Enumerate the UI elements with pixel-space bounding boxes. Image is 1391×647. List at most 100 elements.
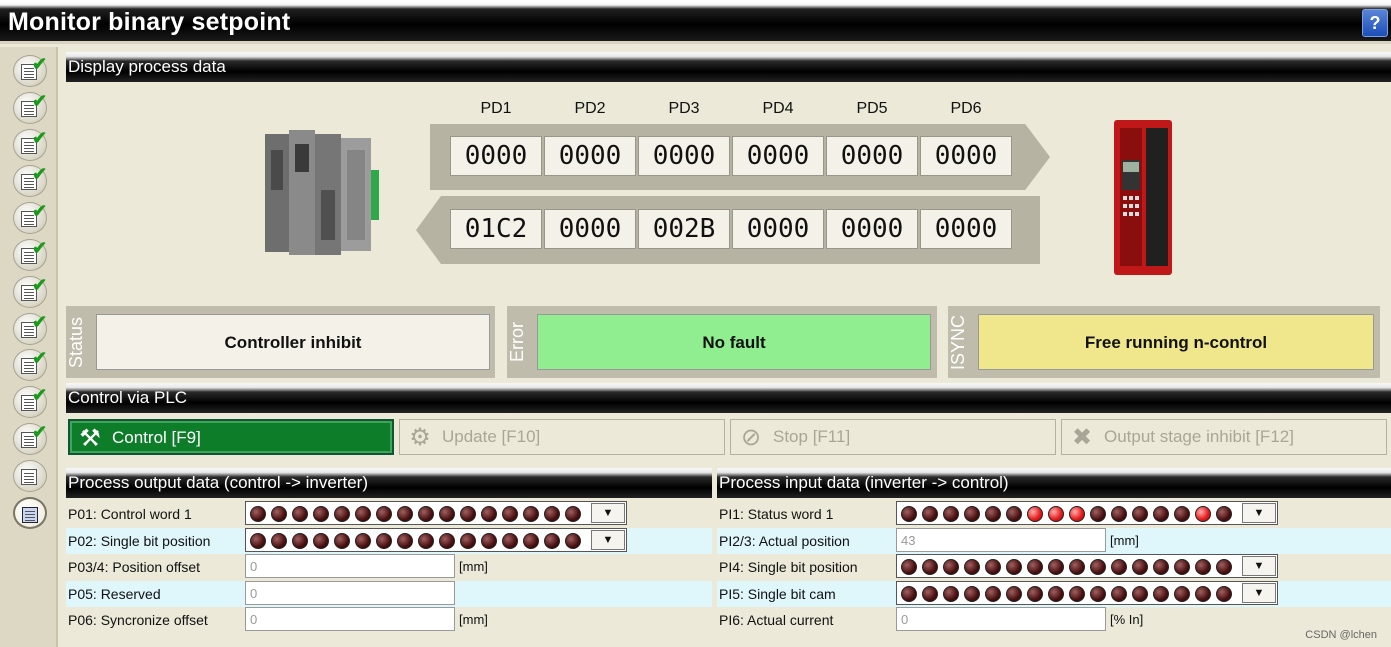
bit-led bbox=[1048, 559, 1064, 575]
bit-led bbox=[376, 506, 392, 522]
table-row: PI6: Actual current 0 [% In] bbox=[717, 607, 1391, 633]
error-label: Error bbox=[507, 322, 527, 362]
value-field[interactable]: 43 bbox=[896, 527, 1106, 552]
bit-led bbox=[1048, 585, 1064, 602]
status-panel: Status Controller inhibit bbox=[66, 306, 495, 378]
sidebar-page-button[interactable]: ✔ bbox=[13, 385, 47, 419]
bit-led bbox=[565, 506, 581, 522]
sidebar-page-button[interactable]: ✔ bbox=[13, 348, 48, 382]
output-stage-inhibit-button[interactable]: ✖ Output stage inhibit [F12] bbox=[1061, 419, 1387, 455]
value-field[interactable]: 0 bbox=[245, 607, 455, 631]
pd-input-cell: 002B bbox=[638, 209, 730, 249]
pd-output-cell: 0000 bbox=[544, 136, 636, 176]
bit-led bbox=[460, 532, 476, 549]
bit-led bbox=[901, 506, 917, 522]
sidebar-page-button[interactable] bbox=[13, 496, 47, 529]
plc-image bbox=[265, 130, 379, 255]
bit-led bbox=[1174, 506, 1190, 522]
bit-led bbox=[334, 532, 350, 549]
control-button[interactable]: ⚒ Control [F9] bbox=[68, 419, 394, 455]
bit-led bbox=[481, 532, 497, 549]
bit-led bbox=[565, 532, 581, 549]
stop-button[interactable]: ⊘ Stop [F11] bbox=[730, 419, 1056, 455]
bit-led bbox=[355, 532, 371, 549]
sidebar: ✔ ✔ ✔ ✔ ✔ ✔ ✔ ✔ ✔ ✔ ✔ bbox=[0, 47, 58, 647]
bit-display: ▼ bbox=[896, 580, 1278, 605]
window-title: Monitor binary setpoint bbox=[8, 8, 291, 36]
bit-led bbox=[1153, 559, 1169, 575]
input-section-header: Process input data (inverter -> control) bbox=[717, 468, 1391, 498]
bit-led bbox=[250, 532, 266, 549]
cross-icon: ✖ bbox=[1071, 424, 1093, 451]
bit-led bbox=[334, 506, 350, 522]
bit-led bbox=[1090, 559, 1106, 575]
bit-led bbox=[1132, 506, 1148, 522]
sidebar-page-button[interactable]: ✔ bbox=[13, 201, 47, 235]
bit-led bbox=[985, 559, 1001, 575]
sidebar-page-button[interactable] bbox=[13, 459, 47, 492]
pd-label: PD4 bbox=[762, 100, 794, 117]
bit-led bbox=[418, 506, 434, 522]
table-row: P01: Control word 1 ▼ bbox=[66, 501, 712, 527]
bit-led bbox=[964, 506, 980, 522]
check-icon: ✔ bbox=[32, 311, 48, 332]
bit-led bbox=[964, 585, 980, 602]
value-field[interactable]: 0 bbox=[245, 580, 455, 605]
row-label: PI1: Status word 1 bbox=[719, 506, 834, 522]
document-icon bbox=[21, 468, 37, 485]
bit-led bbox=[271, 506, 287, 522]
bit-led bbox=[1132, 559, 1148, 575]
row-label: PI2/3: Actual position bbox=[719, 532, 850, 549]
sidebar-page-button[interactable]: ✔ bbox=[13, 238, 47, 271]
chevron-down-icon[interactable]: ▼ bbox=[591, 529, 625, 550]
update-button[interactable]: ⚙ Update [F10] bbox=[399, 419, 725, 455]
help-button[interactable]: ? bbox=[1362, 9, 1388, 37]
chevron-down-icon[interactable]: ▼ bbox=[1242, 503, 1276, 523]
bit-led bbox=[544, 532, 560, 549]
table-row: P06: Syncronize offset 0 [mm] bbox=[66, 607, 712, 633]
bit-led bbox=[355, 506, 371, 522]
sidebar-page-button[interactable]: ✔ bbox=[13, 422, 47, 455]
row-label: P01: Control word 1 bbox=[68, 506, 192, 522]
bit-led bbox=[271, 532, 287, 549]
bit-display: ▼ bbox=[245, 527, 627, 552]
check-icon: ✔ bbox=[32, 348, 48, 369]
value-field[interactable]: 0 bbox=[245, 554, 455, 578]
bit-led bbox=[523, 506, 539, 522]
bit-led bbox=[1069, 506, 1085, 522]
bit-led bbox=[922, 559, 938, 575]
sidebar-page-button[interactable]: ✔ bbox=[13, 274, 48, 308]
bit-led bbox=[922, 585, 938, 602]
sidebar-page-button[interactable]: ✔ bbox=[13, 128, 47, 161]
check-icon: ✔ bbox=[32, 274, 48, 295]
chevron-down-icon[interactable]: ▼ bbox=[1242, 556, 1276, 576]
sidebar-page-button[interactable]: ✔ bbox=[13, 54, 47, 87]
bit-led bbox=[313, 506, 329, 522]
document-icon bbox=[22, 506, 38, 523]
value-field[interactable]: 0 bbox=[896, 607, 1106, 631]
bit-display: ▼ bbox=[896, 554, 1278, 578]
sidebar-page-button[interactable]: ✔ bbox=[13, 164, 48, 198]
check-icon: ✔ bbox=[32, 164, 48, 185]
isync-panel: ISYNC Free running n-control bbox=[948, 306, 1380, 378]
output-section-header: Process output data (control -> inverter… bbox=[66, 468, 712, 498]
bit-led bbox=[1195, 506, 1211, 522]
sidebar-page-button[interactable]: ✔ bbox=[13, 311, 48, 345]
bit-led bbox=[1111, 585, 1127, 602]
chevron-down-icon[interactable]: ▼ bbox=[591, 503, 625, 523]
pd-label: PD2 bbox=[574, 100, 606, 117]
bit-led bbox=[943, 506, 959, 522]
bit-led bbox=[1111, 559, 1127, 575]
table-row: P05: Reserved 0 bbox=[66, 580, 712, 607]
bit-led bbox=[985, 585, 1001, 602]
bit-led bbox=[250, 506, 266, 522]
bit-led bbox=[1174, 559, 1190, 575]
bit-led bbox=[1006, 585, 1022, 602]
chevron-down-icon[interactable]: ▼ bbox=[1242, 582, 1276, 603]
unit-label: [mm] bbox=[1110, 532, 1139, 548]
pd-input-cell: 0000 bbox=[920, 209, 1012, 249]
pd-output-cell: 0000 bbox=[826, 136, 918, 176]
table-row: PI5: Single bit cam ▼ bbox=[717, 580, 1391, 607]
bit-led bbox=[943, 585, 959, 602]
sidebar-page-button[interactable]: ✔ bbox=[13, 91, 47, 124]
